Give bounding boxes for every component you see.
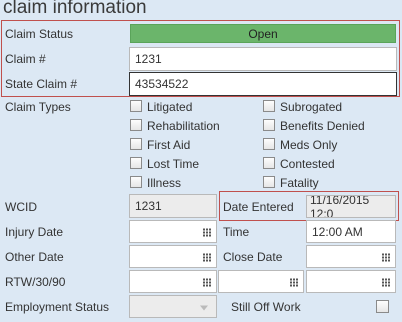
checkbox-fatality[interactable]: [263, 176, 275, 188]
checkbox-label-litigated: Litigated: [147, 100, 193, 114]
checkbox-label-first-aid: First Aid: [147, 138, 191, 152]
close-date-field[interactable]: [306, 245, 396, 268]
page-title: claim information: [3, 0, 147, 18]
rtw-date-field-2[interactable]: [218, 270, 304, 293]
checkbox-label-benefits-denied: Benefits Denied: [280, 119, 365, 133]
date-entered-label: Date Entered: [223, 200, 294, 214]
checkbox-label-illness: Illness: [147, 176, 182, 190]
close-date-label: Close Date: [223, 250, 283, 264]
chevron-down-icon: [200, 305, 208, 310]
date-entered-field: 11/16/2015 12:0: [306, 195, 396, 218]
checkbox-litigated[interactable]: [130, 100, 142, 112]
injury-date-field[interactable]: [129, 220, 217, 243]
time-field[interactable]: 12:00 AM: [306, 220, 396, 243]
checkbox-benefits-denied[interactable]: [263, 119, 275, 131]
calendar-icon[interactable]: [382, 253, 390, 261]
claim-number-label: Claim #: [5, 52, 46, 66]
injury-date-label: Injury Date: [5, 225, 64, 239]
calendar-icon[interactable]: [290, 278, 298, 286]
rtw-date-field-3[interactable]: [306, 270, 396, 293]
checkbox-lost-time[interactable]: [130, 157, 142, 169]
claim-status-value[interactable]: Open: [130, 24, 396, 43]
wcid-label: WCID: [5, 200, 37, 214]
calendar-icon[interactable]: [382, 278, 390, 286]
still-off-work-label: Still Off Work: [231, 300, 301, 314]
checkbox-contested[interactable]: [263, 157, 275, 169]
calendar-icon[interactable]: [203, 278, 211, 286]
checkbox-label-rehabilitation: Rehabilitation: [147, 119, 220, 133]
checkbox-label-lost-time: Lost Time: [147, 157, 200, 171]
checkbox-still-off-work[interactable]: [376, 300, 389, 313]
rtw-date-field-1[interactable]: [129, 270, 217, 293]
claim-number-field[interactable]: 1231: [129, 47, 397, 71]
other-date-field[interactable]: [129, 245, 217, 268]
rtw-label: RTW/30/90: [5, 275, 66, 289]
employment-status-dropdown[interactable]: [129, 295, 217, 318]
checkbox-first-aid[interactable]: [130, 138, 142, 150]
checkbox-meds-only[interactable]: [263, 138, 275, 150]
calendar-icon[interactable]: [203, 228, 211, 236]
checkbox-subrogated[interactable]: [263, 100, 275, 112]
claim-status-label: Claim Status: [5, 27, 74, 41]
employment-status-label: Employment Status: [5, 300, 110, 314]
state-claim-number-field[interactable]: 43534522: [129, 72, 397, 96]
state-claim-number-label: State Claim #: [5, 77, 78, 91]
checkbox-label-subrogated: Subrogated: [280, 100, 343, 114]
wcid-field: 1231: [129, 194, 217, 218]
time-label: Time: [223, 225, 250, 239]
checkbox-label-meds-only: Meds Only: [280, 138, 338, 152]
claim-types-label: Claim Types: [5, 100, 71, 114]
calendar-icon[interactable]: [203, 253, 211, 261]
checkbox-rehabilitation[interactable]: [130, 119, 142, 131]
checkbox-illness[interactable]: [130, 176, 142, 188]
other-date-label: Other Date: [5, 250, 64, 264]
checkbox-label-contested: Contested: [280, 157, 335, 171]
checkbox-label-fatality: Fatality: [280, 176, 319, 190]
